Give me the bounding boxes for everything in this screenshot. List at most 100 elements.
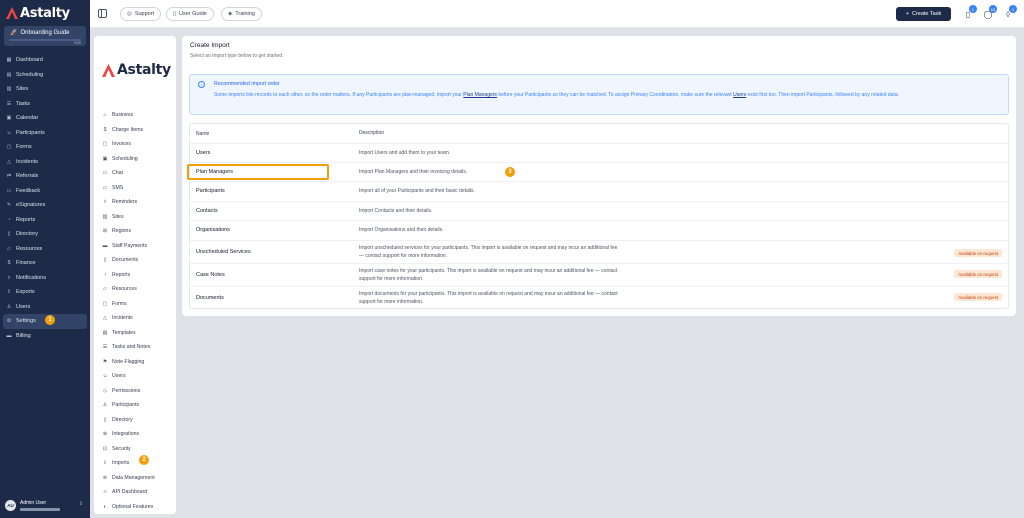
sidebar-item-feedback[interactable]: ▭ Feedback <box>3 184 87 199</box>
building-icon: ▥ <box>102 213 108 220</box>
table-row-users[interactable]: Users Import Users and add them to your … <box>190 144 1008 163</box>
sidebar-item-users[interactable]: ♙ Users <box>3 300 87 315</box>
plug-icon: ⊕ <box>102 431 108 438</box>
step-badge-imports: 2 <box>139 455 149 465</box>
subnav-item-staff-payments[interactable]: ▬ Staff Payments <box>102 239 172 254</box>
sidebar-item-finance[interactable]: $ Finance <box>3 256 87 271</box>
subnav-item-reports[interactable]: ◔ Reports <box>102 268 172 283</box>
gear-icon: ⚙ <box>6 318 12 325</box>
subnav-item-security[interactable]: ⊡ Security <box>102 442 172 457</box>
invoice-icon: ▢ <box>102 141 108 148</box>
user-guide-button[interactable]: ▯ User Guide <box>166 7 214 21</box>
step-badge-settings: 1 <box>45 315 55 325</box>
sidebar-item-calendar[interactable]: ▣ Calendar <box>3 111 87 126</box>
subnav-item-chat[interactable]: ▭ Chat <box>102 166 172 181</box>
sms-icon: ▭ <box>102 184 108 191</box>
subnav-item-note-flagging[interactable]: ⚑ Note Flagging <box>102 355 172 370</box>
table-row-organisations[interactable]: Organisations Import Organisations and t… <box>190 221 1008 241</box>
calendar-icon: ▣ <box>6 115 12 122</box>
plan-managers-link[interactable]: Plan Managers <box>463 92 497 98</box>
available-on-request-badge: Available on request <box>954 249 1002 257</box>
subnav-item-forms[interactable]: ▢ Forms <box>102 297 172 312</box>
sidebar-toggle-icon[interactable] <box>98 9 107 18</box>
page-subtitle: Select an import type below to get start… <box>190 53 284 59</box>
subnav-item-documents[interactable]: ▯ Documents <box>102 253 172 268</box>
subnav-item-optional-features[interactable]: ◐ Optional Features <box>102 500 172 515</box>
user-name: Admin User <box>20 499 47 506</box>
subnav-item-data-management[interactable]: ⊜ Data Management <box>102 471 172 486</box>
table-row-documents[interactable]: Documents Import documents for your part… <box>190 287 1008 309</box>
export-icon: ⇪ <box>6 289 12 296</box>
tasks-count-badge: 1 <box>969 5 977 13</box>
shield-icon: ◇ <box>103 387 107 394</box>
template-icon: ▤ <box>102 329 108 336</box>
onboarding-label: Onboarding Guide <box>20 29 70 36</box>
sidebar-item-referrals[interactable]: ⇄ Referrals <box>3 169 87 184</box>
sidebar-item-notifications[interactable]: ◊ Notifications <box>3 271 87 286</box>
table-row-participants[interactable]: Participants Import all of your Particip… <box>190 182 1008 202</box>
sidebar-item-sites[interactable]: ▥ Sites <box>3 82 87 97</box>
subnav-item-api-dashboard[interactable]: ‹› API Dashboard <box>102 485 172 500</box>
users-icon: ☺ <box>6 129 12 136</box>
subnav-item-templates[interactable]: ▤ Templates <box>102 326 172 341</box>
subnav-item-sites[interactable]: ▥ Sites <box>102 210 172 225</box>
sidebar-item-incidents[interactable]: △ Incidents <box>3 155 87 170</box>
subnav-item-imports[interactable]: ⇩ Imports <box>102 456 172 471</box>
sidebar-item-reports[interactable]: ◔ Reports <box>3 213 87 228</box>
main-nav: ▦ Dashboard ▤ Scheduling ▥ Sites ☰ Tasks ▣ Ca… <box>3 53 87 343</box>
logo-mark-icon <box>6 7 18 19</box>
subnav-item-tasks-and-notes[interactable]: ☰ Tasks and Notes <box>102 340 172 355</box>
brand-logo[interactable]: Astalty <box>6 5 70 21</box>
list-icon: ☰ <box>6 100 12 107</box>
subnav-item-business[interactable]: ⌂ Business <box>102 108 172 123</box>
subnav-item-users[interactable]: ☺ Users <box>102 369 172 384</box>
subnav-item-sms[interactable]: ▭ SMS <box>102 181 172 196</box>
list-icon: ☰ <box>102 344 108 351</box>
lock-icon: ⊡ <box>102 445 108 452</box>
subnav-item-integrations[interactable]: ⊕ Integrations <box>102 427 172 442</box>
sidebar-item-directory[interactable]: ▯ Directory <box>3 227 87 242</box>
sidebar-item-tasks[interactable]: ☰ Tasks <box>3 97 87 112</box>
subnav-item-reminders[interactable]: ◊ Reminders <box>102 195 172 210</box>
user-menu[interactable]: AU Admin User ⇕ <box>5 497 85 513</box>
subnav-item-scheduling[interactable]: ▣ Scheduling <box>102 152 172 167</box>
column-header-description: Description <box>359 130 385 136</box>
onboarding-guide-button[interactable]: 🚀 Onboarding Guide 0/30 <box>4 26 86 46</box>
sidebar-item-resources[interactable]: ▱ Resources <box>3 242 87 257</box>
import-order-notice: i Recommended import order Some imports … <box>189 74 1009 115</box>
subnav-item-incidents[interactable]: △ Incidents <box>102 311 172 326</box>
subnav-item-participants[interactable]: ♙ Participants <box>102 398 172 413</box>
avatar: AU <box>5 499 16 511</box>
training-button[interactable]: ◈ Training <box>221 7 262 21</box>
lifebuoy-icon: ◎ <box>127 11 132 17</box>
rocket-icon: 🚀 <box>10 30 18 36</box>
column-header-name: Name <box>196 131 210 137</box>
subnav-item-regions[interactable]: ⊞ Regions <box>102 224 172 239</box>
subnav-item-resources[interactable]: ▱ Resources <box>102 282 172 297</box>
form-icon: ▢ <box>102 300 108 307</box>
table-row-unscheduled-services[interactable]: Unscheduled Services Import unscheduled … <box>190 241 1008 264</box>
plus-icon: + <box>905 11 909 17</box>
sidebar-item-exports[interactable]: ⇪ Exports <box>3 285 87 300</box>
sidebar-item-participants[interactable]: ☺ Participants <box>3 126 87 141</box>
subnav-item-charge-items[interactable]: $ Charge Items <box>102 123 172 138</box>
flag-icon: ⚑ <box>102 358 108 365</box>
table-row-contacts[interactable]: Contacts Import Contacts and their detai… <box>190 202 1008 221</box>
top-bar: ◎ Support ▯ User Guide ◈ Training + Crea… <box>90 0 1024 28</box>
book-icon: ▯ <box>7 231 11 238</box>
create-task-button[interactable]: + Create Task <box>896 7 951 21</box>
table-row-case-notes[interactable]: Case Notes Import case notes for your pa… <box>190 264 1008 287</box>
sidebar-item-esignatures[interactable]: ✎ eSignatures <box>3 198 87 213</box>
subnav-item-directory[interactable]: ▯ Directory <box>102 413 172 428</box>
subnav-item-permissions[interactable]: ◇ Permissions <box>102 384 172 399</box>
subnav-item-invoices[interactable]: ▢ Invoices <box>102 137 172 152</box>
sidebar-item-scheduling[interactable]: ▤ Scheduling <box>3 68 87 83</box>
support-button[interactable]: ◎ Support <box>120 7 162 21</box>
messages-count-badge: 10 <box>989 5 997 13</box>
import-icon: ⇩ <box>102 460 108 467</box>
warning-icon: △ <box>103 315 107 322</box>
sidebar-item-billing[interactable]: ▬ Billing <box>3 329 87 344</box>
users-link[interactable]: Users <box>733 92 746 98</box>
sidebar-item-dashboard[interactable]: ▦ Dashboard <box>3 53 87 68</box>
sidebar-item-forms[interactable]: ▢ Forms <box>3 140 87 155</box>
